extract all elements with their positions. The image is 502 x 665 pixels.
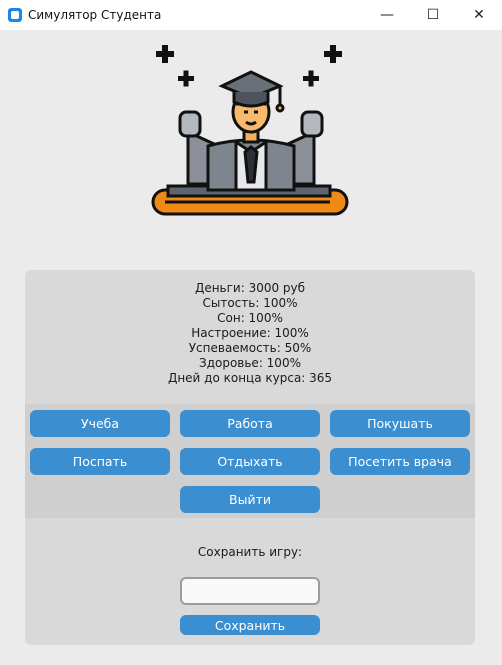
save-name-input[interactable] (180, 577, 320, 605)
close-icon[interactable]: ✕ (456, 0, 502, 30)
stat-satiety: Сытость: 100% (202, 296, 298, 310)
save-game-label: Сохранить игру: (197, 545, 303, 559)
sleep-button[interactable]: Поспать (30, 448, 170, 475)
rest-button[interactable]: Отдыхать (180, 448, 320, 475)
title-bar: Симулятор Студента — ☐ ✕ (0, 0, 502, 30)
visit-doctor-button[interactable]: Посетить врача (330, 448, 470, 475)
stat-health: Здоровье: 100% (199, 356, 301, 370)
window-title: Симулятор Студента (28, 8, 162, 22)
eat-button[interactable]: Покушать (330, 410, 470, 437)
stat-days-left: Дней до конца курса: 365 (167, 371, 333, 385)
student-graduate-icon (151, 45, 349, 216)
stat-sleep: Сон: 100% (217, 311, 283, 325)
exit-button[interactable]: Выйти (180, 486, 320, 513)
app-icon (8, 8, 22, 22)
stat-money: Деньги: 3000 руб (194, 281, 306, 295)
save-button[interactable]: Сохранить (180, 615, 320, 635)
maximize-icon[interactable]: ☐ (410, 0, 456, 30)
study-button[interactable]: Учеба (30, 410, 170, 437)
stats-list: Деньги: 3000 руб Сытость: 100% Сон: 100%… (25, 281, 475, 386)
work-button[interactable]: Работа (180, 410, 320, 437)
stat-progress: Успеваемость: 50% (188, 341, 312, 355)
minimize-icon[interactable]: — (364, 0, 410, 30)
stat-mood: Настроение: 100% (191, 326, 309, 340)
